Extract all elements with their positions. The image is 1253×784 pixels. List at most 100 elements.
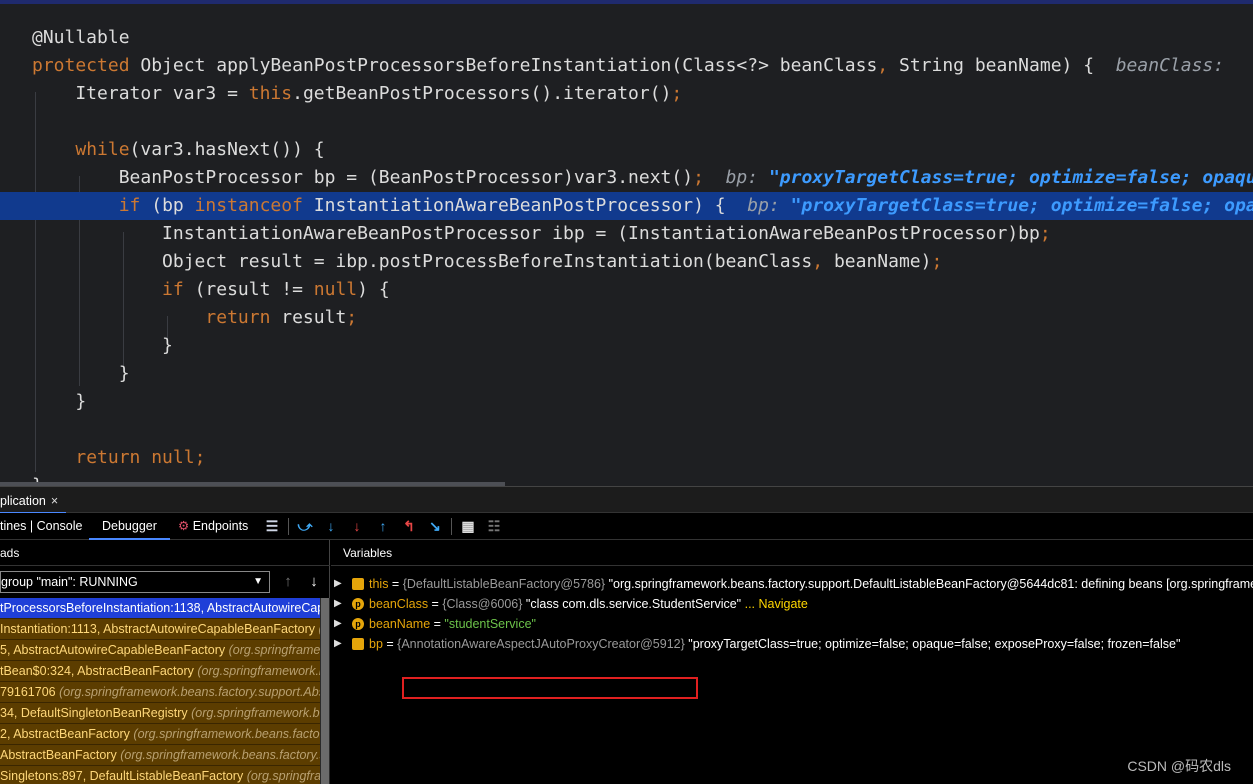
arrow-down-icon[interactable]: ↓ — [305, 573, 323, 591]
drop-frame-icon[interactable]: ↰ — [400, 517, 418, 535]
run-config-tab-label: plication — [0, 494, 46, 508]
debug-toolbar: tines | Console Debugger ⚙ Endpoints ☰ ⤻… — [0, 513, 1253, 540]
frames-panel: ads group "main": RUNNING ▼ ↑ ↓ tProcess… — [0, 540, 330, 784]
code-line[interactable]: if (result != null) { — [0, 276, 1253, 304]
code-token: BeanPostProcessor bp = (BeanPostProcesso… — [32, 167, 694, 188]
code-token: } — [32, 335, 173, 356]
code-line[interactable] — [0, 108, 1253, 136]
stack-frame-row[interactable]: 34, DefaultSingletonBeanRegistry (org.sp… — [0, 703, 320, 724]
variable-ref: {Class@6006} — [442, 597, 526, 611]
code-token: bp: — [703, 167, 769, 188]
stack-frame-package: (org.springframework.beans.factory.suppo… — [246, 769, 320, 783]
code-line[interactable]: } — [0, 360, 1253, 388]
code-line[interactable]: InstantiationAwareBeanPostProcessor ibp … — [0, 220, 1253, 248]
navigate-link[interactable]: ... Navigate — [741, 597, 808, 611]
variable-name: beanClass — [369, 597, 429, 611]
variable-text: bp = {AnnotationAwareAspectJAutoProxyCre… — [369, 634, 1180, 654]
scrollbar-thumb[interactable] — [321, 598, 329, 784]
stack-frame-row[interactable]: Instantiation:1113, AbstractAutowireCapa… — [0, 619, 320, 640]
expand-arrow-icon[interactable]: ▶ — [334, 574, 344, 594]
variables-panel: Variables ▶ this = {DefaultListableBeanFa… — [331, 540, 1253, 784]
code-line[interactable]: Iterator var3 = this.getBeanPostProcesso… — [0, 80, 1253, 108]
expand-arrow-icon[interactable]: ▶ — [334, 634, 344, 654]
frames-header: ads — [0, 540, 330, 566]
variable-row[interactable]: ▶ p beanName = "studentService" — [331, 614, 1253, 634]
stack-frame-method: 79161706 — [0, 685, 60, 699]
variable-row[interactable]: ▶ p beanClass = {Class@6006} "class com.dl… — [331, 594, 1253, 614]
code-line[interactable]: @Nullable — [0, 24, 1253, 52]
endpoints-icon: ⚙ — [178, 519, 190, 533]
tab-debugger[interactable]: Debugger — [89, 513, 170, 540]
code-token: result — [270, 307, 347, 328]
variable-value: "org.springframework.beans.factory.suppo… — [608, 577, 1253, 591]
code-line[interactable]: while(var3.hasNext()) { — [0, 136, 1253, 164]
tab-endpoints-label: Endpoints — [192, 519, 249, 533]
code-line[interactable]: } — [0, 388, 1253, 416]
variable-text: beanClass = {Class@6006} "class com.dls.… — [369, 594, 808, 614]
code-token: return null; — [75, 447, 206, 468]
code-line[interactable]: BeanPostProcessor bp = (BeanPostProcesso… — [0, 164, 1253, 192]
code-token: null — [313, 279, 358, 300]
code-line[interactable]: return null; — [0, 444, 1253, 472]
run-to-cursor-icon[interactable]: ↘ — [426, 517, 444, 535]
arrow-up-icon[interactable]: ↑ — [279, 573, 297, 591]
code-token: @Nullable — [32, 27, 130, 48]
variable-row[interactable]: ▶ this = {DefaultListableBeanFactory@5786… — [331, 574, 1253, 594]
code-token: ; — [693, 167, 704, 188]
stack-frame-method: 5, AbstractAutowireCapableBeanFactory — [0, 643, 229, 657]
toolbar-separator — [288, 518, 289, 535]
code-token: beanClass: — [1115, 55, 1235, 76]
variable-name: beanName — [369, 617, 431, 631]
param-icon: p — [352, 598, 364, 610]
code-token: (bp — [140, 195, 195, 216]
editor-top-border — [0, 0, 1253, 4]
code-token: ; — [1039, 223, 1051, 244]
variable-name: bp — [369, 637, 383, 651]
tab-console[interactable]: tines | Console — [0, 513, 82, 540]
close-icon[interactable]: × — [51, 494, 58, 508]
field-icon — [352, 578, 364, 590]
stack-frame-package: (org.springframework.beans.factory.suppo… — [133, 727, 320, 741]
stack-frame-row[interactable]: 5, AbstractAutowireCapableBeanFactory (o… — [0, 640, 320, 661]
stack-frame-row[interactable]: tBean$0:324, AbstractBeanFactory (org.sp… — [0, 661, 320, 682]
frame-list: tProcessorsBeforeInstantiation:1138, Abs… — [0, 598, 320, 784]
code-line[interactable]: } — [0, 332, 1253, 360]
thread-row: group "main": RUNNING ▼ ↑ ↓ — [0, 570, 330, 596]
code-line[interactable]: if (bp instanceof InstantiationAwareBean… — [0, 192, 1253, 220]
run-config-tab[interactable]: plication × — [0, 490, 67, 514]
step-over-icon[interactable]: ↓ — [322, 517, 340, 535]
code-token: (var3.hasNext()) { — [129, 139, 325, 160]
evaluate-expression-icon[interactable]: ▦ — [459, 517, 477, 535]
step-out-icon[interactable]: ↑ — [374, 517, 392, 535]
variable-equals: = — [388, 577, 403, 591]
expand-arrow-icon[interactable]: ▶ — [334, 594, 344, 614]
code-editor[interactable]: @Nullable protected Object applyBeanPostP… — [0, 0, 1253, 486]
code-line[interactable] — [0, 416, 1253, 444]
highlight-box — [402, 677, 698, 699]
stack-frame-row[interactable]: 79161706 (org.springframework.beans.fact… — [0, 682, 320, 703]
trace-stream-icon[interactable]: ☷ — [485, 517, 503, 535]
code-token: ; — [346, 307, 358, 328]
variable-value: "studentService" — [444, 617, 536, 631]
stack-frame-row[interactable]: 2, AbstractBeanFactory (org.springframew… — [0, 724, 320, 745]
code-line[interactable]: return result; — [0, 304, 1253, 332]
expand-arrow-icon[interactable]: ▶ — [334, 614, 344, 634]
variable-text: this = {DefaultListableBeanFactory@5786}… — [369, 574, 1253, 594]
code-line[interactable]: protected Object applyBeanPostProcessors… — [0, 52, 1253, 80]
watermark: CSDN @码农dls — [1127, 758, 1231, 774]
frame-list-scrollbar[interactable] — [320, 598, 330, 784]
variable-equals: = — [430, 617, 445, 631]
stack-frame-row[interactable]: tProcessorsBeforeInstantiation:1138, Abs… — [0, 598, 320, 619]
show-execution-point-icon[interactable]: ⤻ — [296, 517, 314, 535]
variable-row[interactable]: ▶ bp = {AnnotationAwareAspectJAutoProxyCr… — [331, 634, 1253, 654]
code-line[interactable]: Object result = ibp.postProcessBeforeIns… — [0, 248, 1253, 276]
layout-menu-icon[interactable]: ☰ — [263, 517, 281, 535]
tab-endpoints[interactable]: ⚙ Endpoints — [178, 513, 248, 540]
stack-frame-row[interactable]: AbstractBeanFactory (org.springframework… — [0, 745, 320, 766]
thread-selector[interactable]: group "main": RUNNING ▼ — [0, 571, 270, 593]
step-into-icon[interactable]: ↓ — [348, 517, 366, 535]
stack-frame-row[interactable]: Singletons:897, DefaultListableBeanFacto… — [0, 766, 320, 784]
